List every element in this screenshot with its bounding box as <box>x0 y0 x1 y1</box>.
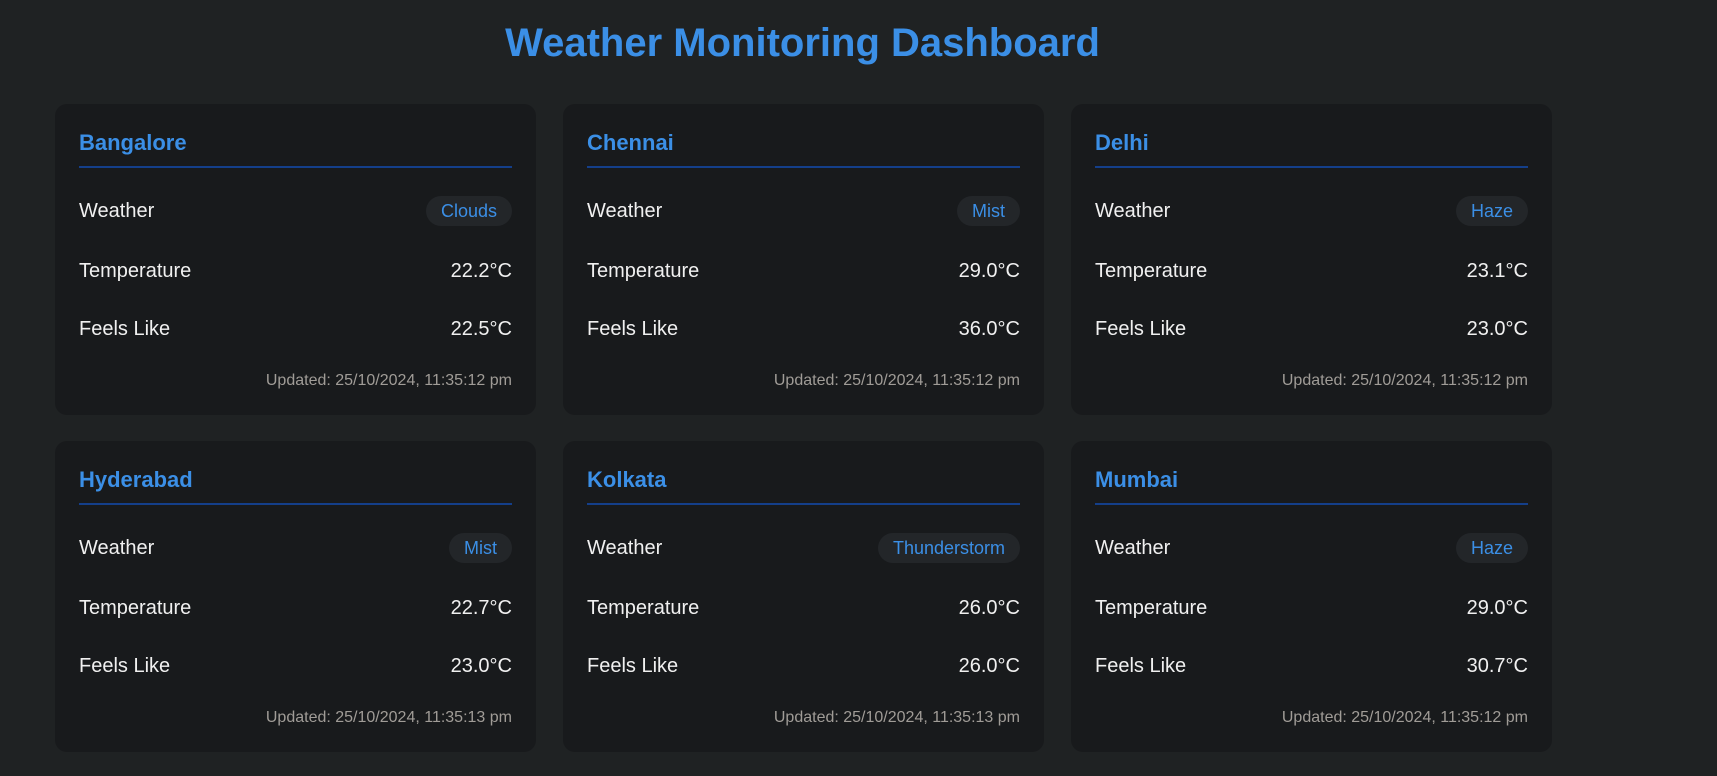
temperature-value: 29.0°C <box>958 259 1020 282</box>
page-title: Weather Monitoring Dashboard <box>505 21 1100 65</box>
temperature-row: Temperature 26.0°C <box>587 595 1020 621</box>
weather-label: Weather <box>1095 199 1171 222</box>
feels-like-row: Feels Like 23.0°C <box>1095 316 1528 342</box>
weather-badge: Clouds <box>425 196 512 226</box>
feels-like-value: 26.0°C <box>958 654 1020 677</box>
feels-like-label: Feels Like <box>79 317 171 340</box>
temperature-value: 26.0°C <box>958 596 1020 619</box>
weather-label: Weather <box>79 199 155 222</box>
weather-row: Weather Mist <box>79 533 512 563</box>
temperature-label: Temperature <box>587 259 700 282</box>
temperature-label: Temperature <box>79 596 192 619</box>
temperature-value: 29.0°C <box>1466 596 1528 619</box>
weather-label: Weather <box>587 536 663 559</box>
temperature-row: Temperature 29.0°C <box>587 258 1020 284</box>
city-name: Mumbai <box>1095 441 1528 505</box>
weather-badge: Mist <box>449 533 512 563</box>
feels-like-row: Feels Like 36.0°C <box>587 316 1020 342</box>
feels-like-label: Feels Like <box>587 317 679 340</box>
feels-like-label: Feels Like <box>1095 317 1187 340</box>
temperature-value: 23.1°C <box>1466 259 1528 282</box>
weather-row: Weather Haze <box>1095 533 1528 563</box>
weather-row: Weather Clouds <box>79 196 512 226</box>
city-name: Delhi <box>1095 104 1528 168</box>
weather-badge: Mist <box>957 196 1020 226</box>
city-card-bangalore: Bangalore Weather Clouds Temperature 22.… <box>55 104 536 415</box>
feels-like-label: Feels Like <box>79 654 171 677</box>
temperature-label: Temperature <box>79 259 192 282</box>
city-card-hyderabad: Hyderabad Weather Mist Temperature 22.7°… <box>55 441 536 752</box>
feels-like-value: 36.0°C <box>958 317 1020 340</box>
city-name: Kolkata <box>587 441 1020 505</box>
feels-like-label: Feels Like <box>1095 654 1187 677</box>
updated-timestamp: Updated: 25/10/2024, 11:35:13 pm <box>773 709 1020 726</box>
updated-timestamp: Updated: 25/10/2024, 11:35:12 pm <box>1281 709 1528 726</box>
weather-badge: Haze <box>1455 533 1528 563</box>
city-name: Bangalore <box>79 104 512 168</box>
weather-row: Weather Thunderstorm <box>587 533 1020 563</box>
temperature-label: Temperature <box>1095 596 1208 619</box>
feels-like-row: Feels Like 23.0°C <box>79 653 512 679</box>
city-card-delhi: Delhi Weather Haze Temperature 23.1°C Fe… <box>1071 104 1552 415</box>
feels-like-row: Feels Like 22.5°C <box>79 316 512 342</box>
temperature-row: Temperature 29.0°C <box>1095 595 1528 621</box>
city-card-grid: Bangalore Weather Clouds Temperature 22.… <box>55 104 1552 752</box>
temperature-row: Temperature 22.7°C <box>79 595 512 621</box>
feels-like-label: Feels Like <box>587 654 679 677</box>
updated-timestamp: Updated: 25/10/2024, 11:35:12 pm <box>773 372 1020 389</box>
dashboard-page: Weather Monitoring Dashboard Bangalore W… <box>0 0 1717 776</box>
updated-timestamp: Updated: 25/10/2024, 11:35:12 pm <box>265 372 512 389</box>
weather-badge: Haze <box>1455 196 1528 226</box>
temperature-value: 22.2°C <box>450 259 512 282</box>
temperature-row: Temperature 23.1°C <box>1095 258 1528 284</box>
updated-timestamp: Updated: 25/10/2024, 11:35:13 pm <box>265 709 512 726</box>
weather-label: Weather <box>587 199 663 222</box>
temperature-label: Temperature <box>587 596 700 619</box>
feels-like-value: 22.5°C <box>450 317 512 340</box>
weather-row: Weather Mist <box>587 196 1020 226</box>
temperature-value: 22.7°C <box>450 596 512 619</box>
city-name: Hyderabad <box>79 441 512 505</box>
weather-label: Weather <box>79 536 155 559</box>
city-card-mumbai: Mumbai Weather Haze Temperature 29.0°C F… <box>1071 441 1552 752</box>
temperature-label: Temperature <box>1095 259 1208 282</box>
city-card-chennai: Chennai Weather Mist Temperature 29.0°C … <box>563 104 1044 415</box>
city-name: Chennai <box>587 104 1020 168</box>
weather-row: Weather Haze <box>1095 196 1528 226</box>
temperature-row: Temperature 22.2°C <box>79 258 512 284</box>
updated-timestamp: Updated: 25/10/2024, 11:35:12 pm <box>1281 372 1528 389</box>
feels-like-value: 23.0°C <box>450 654 512 677</box>
weather-label: Weather <box>1095 536 1171 559</box>
feels-like-row: Feels Like 26.0°C <box>587 653 1020 679</box>
weather-badge: Thunderstorm <box>877 533 1020 563</box>
feels-like-row: Feels Like 30.7°C <box>1095 653 1528 679</box>
city-card-kolkata: Kolkata Weather Thunderstorm Temperature… <box>563 441 1044 752</box>
feels-like-value: 30.7°C <box>1466 654 1528 677</box>
feels-like-value: 23.0°C <box>1466 317 1528 340</box>
